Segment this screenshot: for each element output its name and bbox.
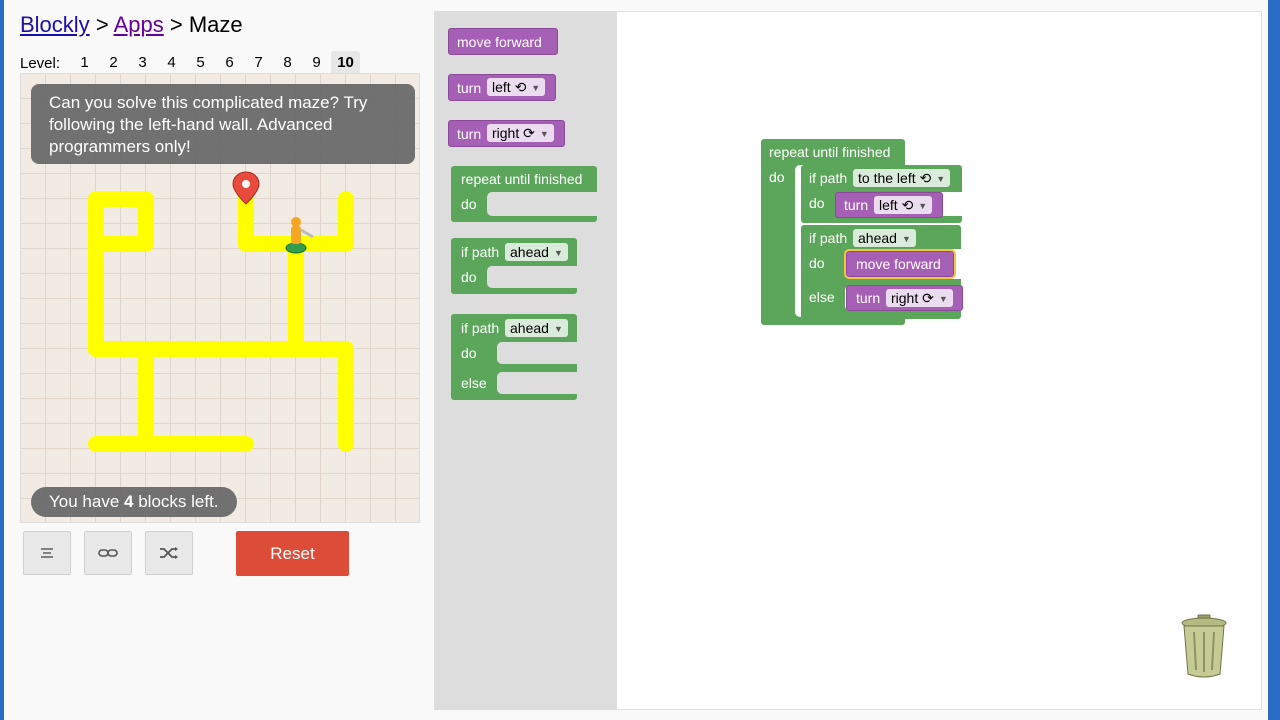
blocks-left-suffix: blocks left. — [138, 492, 219, 511]
block-label: move forward — [457, 34, 542, 50]
block-label: do — [769, 169, 785, 185]
level-link-4[interactable]: 4 — [157, 51, 186, 75]
chevron-down-icon: ▼ — [531, 83, 541, 93]
link-icon — [98, 549, 118, 557]
path-dropdown[interactable]: ahead ▼ — [505, 243, 568, 261]
block-label: else — [809, 289, 835, 305]
path-dropdown[interactable]: to the left ⟲ ▼ — [853, 169, 951, 187]
block-label: do — [461, 196, 477, 212]
direction-dropdown[interactable]: right ⟳ ▼ — [487, 124, 554, 142]
show-code-button[interactable] — [23, 531, 71, 575]
statement-slot[interactable] — [487, 266, 577, 288]
desktop-edge-right — [1268, 0, 1280, 720]
code-icon — [41, 548, 53, 558]
block-label: turn — [856, 290, 881, 306]
block-label: turn — [457, 126, 482, 142]
turn-left-block[interactable]: turn left ⟲ ▼ — [835, 192, 943, 218]
turn-right-block[interactable]: turn right ⟳ ▼ — [846, 285, 963, 311]
direction-dropdown[interactable]: right ⟳ ▼ — [886, 289, 953, 307]
shuffle-icon — [160, 547, 178, 559]
level-link-5[interactable]: 5 — [186, 51, 215, 75]
maze-board: Can you solve this complicated maze? Try… — [20, 73, 420, 523]
blocks-left-count: 4 — [124, 492, 134, 511]
toolbox-if-path-block[interactable]: if path ahead ▼ do — [451, 238, 577, 294]
toolbox-flyout: move forward turn left ⟲ ▼ turn right ⟳ ▼ … — [434, 11, 617, 710]
reset-button[interactable]: Reset — [236, 531, 349, 576]
breadcrumb: Blockly > Apps > Maze — [20, 12, 243, 38]
level-link-3[interactable]: 3 — [128, 51, 157, 75]
path-dropdown[interactable]: ahead ▼ — [853, 229, 916, 247]
block-label: else — [461, 375, 487, 391]
breadcrumb-separator: > — [169, 12, 183, 37]
level-link-7[interactable]: 7 — [244, 51, 273, 75]
block-label: if path — [461, 320, 500, 336]
block-label: move forward — [856, 256, 941, 272]
block-label: do — [809, 255, 825, 271]
breadcrumb-apps-link[interactable]: Apps — [114, 12, 164, 37]
level-hint-bubble: Can you solve this complicated maze? Try… — [31, 84, 415, 164]
direction-dropdown[interactable]: left ⟲ ▼ — [487, 78, 546, 96]
level-link-6[interactable]: 6 — [215, 51, 244, 75]
toolbox-repeat-until-block[interactable]: repeat until finished do — [451, 166, 597, 222]
chevron-down-icon: ▼ — [938, 294, 948, 304]
chevron-down-icon: ▼ — [918, 201, 928, 211]
level-link-9[interactable]: 9 — [302, 51, 331, 75]
toolbox-turn-right-block[interactable]: turn right ⟳ ▼ — [448, 120, 565, 147]
level-link-8[interactable]: 8 — [273, 51, 302, 75]
level-link-1[interactable]: 1 — [70, 51, 99, 75]
block-label: if path — [809, 230, 848, 246]
chevron-down-icon: ▼ — [539, 129, 549, 139]
statement-slot[interactable] — [487, 192, 597, 216]
block-label: do — [461, 269, 477, 285]
trash-can-icon[interactable] — [1180, 614, 1228, 678]
blocks-left-prefix: You have — [49, 492, 120, 511]
randomize-button[interactable] — [145, 531, 193, 575]
block-label: if path — [809, 170, 848, 186]
level-selector: Level: 1 2 3 4 5 6 7 8 9 10 — [20, 51, 361, 75]
toolbox-move-forward-block[interactable]: move forward — [448, 28, 558, 55]
path-dropdown[interactable]: ahead ▼ — [505, 319, 568, 337]
block-label: turn — [457, 80, 482, 96]
toolbox-if-else-block[interactable]: if path ahead ▼ do else — [451, 314, 577, 400]
start-marker-icon — [232, 171, 260, 205]
statement-slot[interactable] — [497, 342, 577, 364]
page-title: Maze — [188, 12, 243, 37]
block-label: turn — [844, 197, 869, 213]
toolbox-turn-left-block[interactable]: turn left ⟲ ▼ — [448, 74, 556, 101]
chevron-down-icon: ▼ — [901, 234, 911, 244]
link-button[interactable] — [84, 531, 132, 575]
workspace[interactable]: repeat until finished do if path to the … — [616, 11, 1262, 710]
level-link-10-current[interactable]: 10 — [331, 51, 361, 75]
chevron-down-icon: ▼ — [553, 248, 563, 258]
breadcrumb-blockly-link[interactable]: Blockly — [20, 12, 90, 37]
block-label: repeat until finished — [461, 171, 583, 187]
page: Blockly > Apps > Maze Level: 1 2 3 4 5 6… — [4, 0, 1268, 720]
level-link-2[interactable]: 2 — [99, 51, 128, 75]
level-label: Level: — [20, 54, 61, 72]
blocks-left-bubble: You have 4 blocks left. — [31, 487, 237, 517]
block-label: do — [461, 345, 477, 361]
block-label: repeat until finished — [769, 144, 891, 160]
chevron-down-icon: ▼ — [936, 174, 946, 184]
breadcrumb-separator: > — [95, 12, 109, 37]
move-forward-block-highlighted[interactable]: move forward — [844, 249, 956, 279]
block-label: do — [809, 195, 825, 211]
statement-slot[interactable] — [497, 372, 577, 394]
block-label: if path — [461, 244, 500, 260]
direction-dropdown[interactable]: left ⟲ ▼ — [874, 196, 933, 214]
chevron-down-icon: ▼ — [553, 324, 563, 334]
